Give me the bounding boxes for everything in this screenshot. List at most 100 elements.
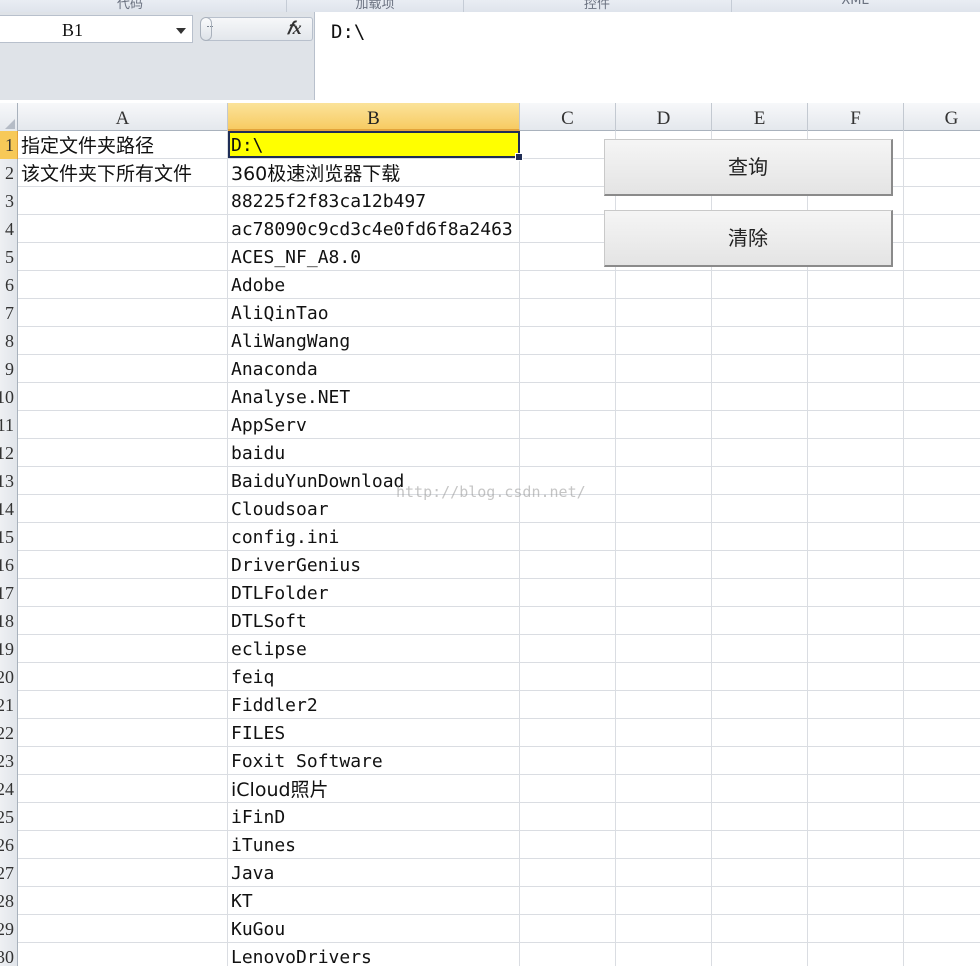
column-header-d[interactable]: D [616, 103, 712, 131]
row-header[interactable]: 7 [0, 299, 18, 327]
cell-e[interactable] [712, 327, 808, 354]
cell-g[interactable] [904, 663, 980, 690]
cell-e[interactable] [712, 551, 808, 578]
cell-c[interactable] [520, 691, 616, 718]
cell-d[interactable] [616, 943, 712, 966]
column-header-e[interactable]: E [712, 103, 808, 131]
cell-e[interactable] [712, 579, 808, 606]
cell-f[interactable] [808, 943, 904, 966]
cell-e[interactable] [712, 411, 808, 438]
ribbon-group-addins[interactable]: 加载项 [290, 0, 460, 12]
cell-a[interactable] [18, 355, 228, 382]
cell-e[interactable] [712, 747, 808, 774]
cell-b[interactable]: ac78090c9cd3c4e0fd6f8a2463 [228, 215, 520, 242]
cell-e[interactable] [712, 719, 808, 746]
cell-e[interactable] [712, 943, 808, 966]
cell-f[interactable] [808, 915, 904, 942]
row-header[interactable]: 10 [0, 383, 18, 411]
active-cell-b1[interactable]: D:\ [228, 131, 520, 158]
cell-f[interactable] [808, 327, 904, 354]
cell-f[interactable] [808, 271, 904, 298]
cell-c[interactable] [520, 915, 616, 942]
cell-d[interactable] [616, 355, 712, 382]
cell-e[interactable] [712, 831, 808, 858]
cell-e[interactable] [712, 803, 808, 830]
cell-g[interactable] [904, 271, 980, 298]
cell-e[interactable] [712, 635, 808, 662]
cell-g[interactable] [904, 775, 980, 802]
cell-c[interactable] [520, 803, 616, 830]
ribbon-group-controls[interactable]: 控件 [467, 0, 727, 12]
column-header-c[interactable]: C [520, 103, 616, 131]
cell-a[interactable] [18, 831, 228, 858]
cell-c[interactable] [520, 887, 616, 914]
cell-c[interactable] [520, 215, 616, 242]
row-header[interactable]: 13 [0, 467, 18, 495]
cell-b[interactable]: 88225f2f83ca12b497 [228, 187, 520, 214]
cell-a[interactable] [18, 915, 228, 942]
cell-g[interactable] [904, 943, 980, 966]
cell-b[interactable]: FILES [228, 719, 520, 746]
cell-f[interactable] [808, 439, 904, 466]
cell-e[interactable] [712, 439, 808, 466]
cell-g[interactable] [904, 495, 980, 522]
cell-g[interactable] [904, 579, 980, 606]
cell-g[interactable] [904, 635, 980, 662]
cell-c[interactable] [520, 859, 616, 886]
cell-e[interactable] [712, 299, 808, 326]
cell-b[interactable]: DriverGenius [228, 551, 520, 578]
cell-d[interactable] [616, 719, 712, 746]
cell-c[interactable] [520, 187, 616, 214]
row-header[interactable]: 18 [0, 607, 18, 635]
cell-e[interactable] [712, 915, 808, 942]
cell-e[interactable] [712, 691, 808, 718]
cell-e[interactable] [712, 859, 808, 886]
cell-f[interactable] [808, 719, 904, 746]
cell-f[interactable] [808, 411, 904, 438]
cell-a[interactable] [18, 467, 228, 494]
row-header[interactable]: 23 [0, 747, 18, 775]
select-all-corner[interactable] [0, 103, 18, 131]
cell-g[interactable] [904, 887, 980, 914]
cell-c[interactable] [520, 439, 616, 466]
cell-c[interactable] [520, 579, 616, 606]
cell-g[interactable] [904, 383, 980, 410]
cell-b[interactable]: eclipse [228, 635, 520, 662]
cell-e[interactable] [712, 495, 808, 522]
cell-f[interactable] [808, 523, 904, 550]
cell-d[interactable] [616, 495, 712, 522]
cell-b[interactable]: KT [228, 887, 520, 914]
cell-c[interactable] [520, 411, 616, 438]
cell-d[interactable] [616, 551, 712, 578]
cell-c[interactable] [520, 747, 616, 774]
cell-g[interactable] [904, 859, 980, 886]
row-header[interactable]: 27 [0, 859, 18, 887]
cell-d[interactable] [616, 803, 712, 830]
cell-c[interactable] [520, 943, 616, 966]
cell-c[interactable] [520, 551, 616, 578]
cell-c[interactable] [520, 355, 616, 382]
cell-d[interactable] [616, 663, 712, 690]
cell-g[interactable] [904, 467, 980, 494]
insert-function-icon[interactable]: 𝑓x [287, 18, 302, 39]
cell-a[interactable] [18, 523, 228, 550]
cell-e[interactable] [712, 607, 808, 634]
row-header[interactable]: 24 [0, 775, 18, 803]
cell-a[interactable] [18, 607, 228, 634]
cell-f[interactable] [808, 635, 904, 662]
row-header[interactable]: 9 [0, 355, 18, 383]
row-header[interactable]: 29 [0, 915, 18, 943]
cell-d[interactable] [616, 859, 712, 886]
cell-c[interactable] [520, 523, 616, 550]
cell-b[interactable]: DTLSoft [228, 607, 520, 634]
row-header[interactable]: 25 [0, 803, 18, 831]
row-header[interactable]: 14 [0, 495, 18, 523]
cell-a[interactable] [18, 887, 228, 914]
cell-d[interactable] [616, 831, 712, 858]
cell-d[interactable] [616, 523, 712, 550]
cell-d[interactable] [616, 607, 712, 634]
cell-d[interactable] [616, 579, 712, 606]
column-header-g[interactable]: G [904, 103, 980, 131]
cell-c[interactable] [520, 775, 616, 802]
row-header[interactable]: 30 [0, 943, 18, 966]
